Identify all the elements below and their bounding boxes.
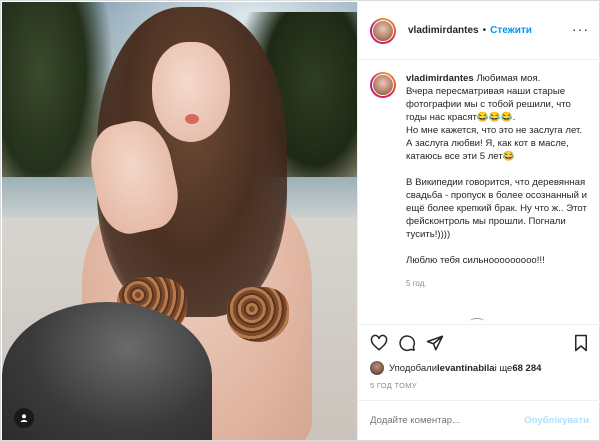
likes-prefix: Уподобали: [389, 362, 438, 374]
post-photo[interactable]: [2, 2, 357, 440]
liker-username[interactable]: levantinabila: [437, 363, 495, 374]
comment-icon[interactable]: [398, 334, 416, 352]
caption-paragraph-1: vladimirdantes Любимая моя. Вчера пересм…: [406, 72, 591, 163]
photo-person-lips: [185, 114, 199, 124]
tagged-user-icon[interactable]: [14, 408, 34, 428]
likes-middle: і ще: [494, 362, 513, 374]
comment-input[interactable]: [370, 415, 525, 426]
author-avatar[interactable]: [370, 17, 396, 44]
caption-avatar[interactable]: [370, 72, 396, 98]
caption-username[interactable]: vladimirdantes: [406, 73, 474, 84]
post-window: vladimirdantes • Стежити ··· vladimirdan…: [0, 0, 600, 441]
paper-plane-icon[interactable]: [426, 334, 444, 352]
likes-count[interactable]: 68 284: [512, 363, 541, 374]
caption-paragraph-1-body: Любимая моя. Вчера пересматривая наши ст…: [406, 73, 582, 162]
bookmark-icon[interactable]: [572, 334, 590, 352]
header-separator: •: [482, 25, 487, 36]
follow-button[interactable]: Стежити: [490, 25, 532, 36]
action-bar: [358, 324, 600, 358]
liker-avatar[interactable]: [370, 361, 384, 375]
more-options-icon[interactable]: ···: [572, 22, 589, 36]
post-header: vladimirdantes • Стежити ···: [358, 2, 600, 60]
heart-icon[interactable]: [370, 334, 388, 352]
caption-paragraph-3: Люблю тебя сильнооооооооо!!!: [406, 255, 545, 266]
post-comment-button[interactable]: Опублікувати: [524, 415, 589, 426]
post-details-panel: vladimirdantes • Стежити ··· vladimirdan…: [357, 2, 600, 440]
photo-bikini-right: [227, 287, 289, 342]
post-caption: vladimirdantes Любимая моя. Вчера пересм…: [358, 60, 600, 322]
likes-summary: Уподобали levantinabila і ще 68 284: [370, 359, 598, 377]
comment-bar: Опублікувати: [358, 400, 600, 440]
author-username[interactable]: vladimirdantes: [408, 25, 479, 36]
photo-person-face: [152, 42, 230, 142]
caption-paragraph-2: В Википедии говорится, что деревянная св…: [406, 177, 587, 240]
caption-time: 5 год.: [406, 279, 427, 288]
caption-text: vladimirdantes Любимая моя. Вчера пересм…: [406, 72, 591, 322]
post-date[interactable]: 5 ГОД ТОМУ: [370, 381, 417, 390]
